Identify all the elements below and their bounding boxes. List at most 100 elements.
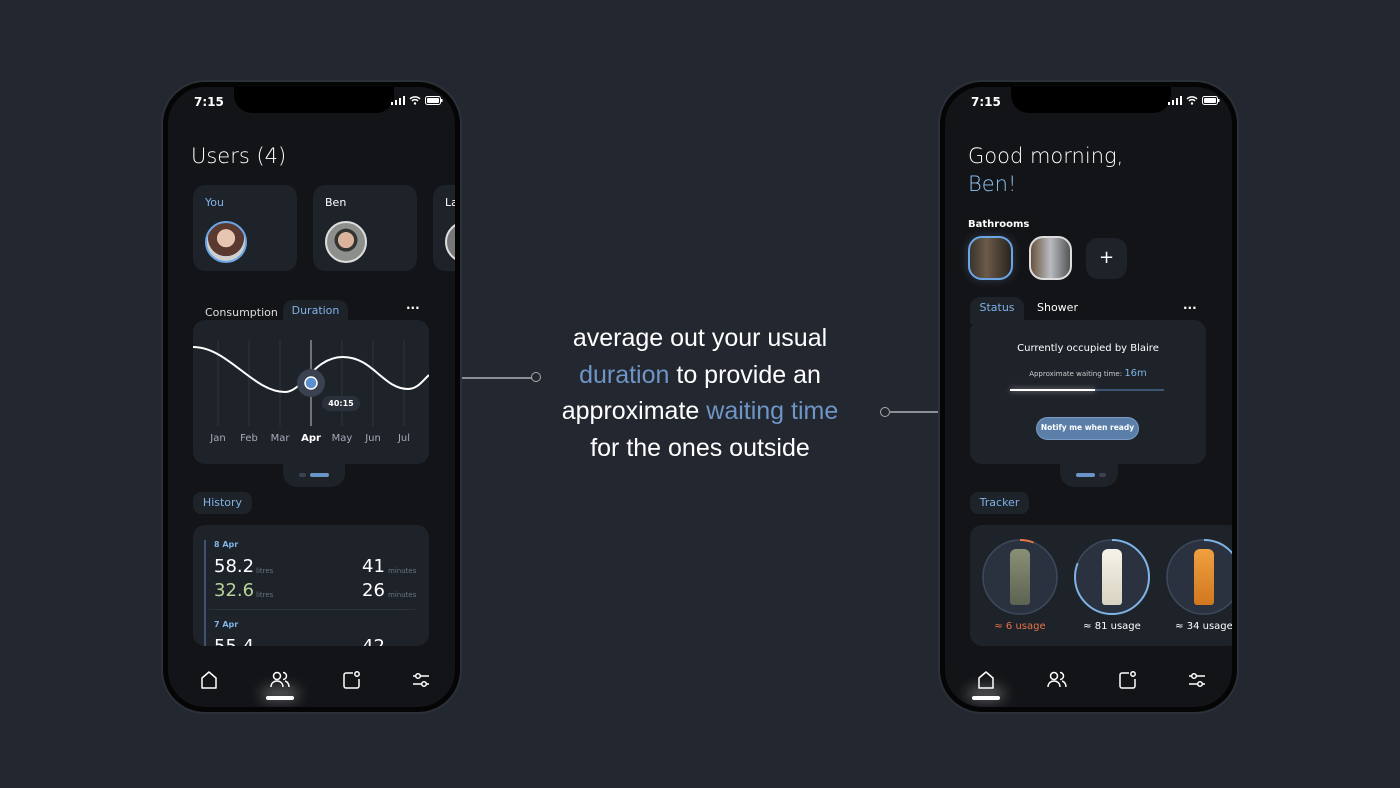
history-label: History xyxy=(193,492,252,514)
status-time: 7:15 xyxy=(971,95,1001,109)
tracker-item[interactable] xyxy=(1164,537,1232,617)
litres-value: 58.2 xyxy=(214,556,255,577)
month-label[interactable]: Apr xyxy=(296,433,326,444)
minutes-value: 41 xyxy=(362,556,385,577)
litres-value: 55.4 xyxy=(214,636,254,646)
active-tab-indicator xyxy=(266,696,294,700)
users-icon[interactable] xyxy=(1046,669,1068,691)
page-dots xyxy=(283,464,345,487)
page-dot-active[interactable] xyxy=(310,473,329,477)
status-card: Currently occupied by Blaire Approximate… xyxy=(970,320,1206,464)
callout-text-part: approximate xyxy=(561,397,707,425)
usage-label: ≈ 6 usage xyxy=(994,621,1046,632)
user-name: La xyxy=(445,196,458,209)
callout-highlight-waiting: waiting time xyxy=(706,397,839,425)
month-label[interactable]: Feb xyxy=(234,433,264,444)
minutes-unit: minutes xyxy=(388,591,417,599)
callout-line-3: approximate waiting time xyxy=(480,393,920,430)
notes-icon[interactable] xyxy=(1116,669,1138,691)
user-name: You xyxy=(205,196,224,209)
bathroom-thumb-2[interactable] xyxy=(1029,236,1072,280)
home-icon[interactable] xyxy=(975,669,997,691)
battery-icon xyxy=(1202,96,1220,105)
page-dot[interactable] xyxy=(1099,473,1106,477)
callout-highlight-duration: duration xyxy=(579,360,670,389)
chart-tooltip: 40:15 xyxy=(322,396,360,411)
users-icon[interactable] xyxy=(269,669,291,691)
bottom-nav xyxy=(168,667,455,707)
timeline-line xyxy=(204,540,206,646)
callout-line-1: average out your usual xyxy=(572,324,828,352)
signal-icon xyxy=(1168,96,1182,105)
usage-label: ≈ 81 usage xyxy=(1083,621,1141,632)
duration-chart: 40:15 Jan Feb Mar Apr May Jun Jul xyxy=(193,320,429,464)
wait-value: 16m xyxy=(1124,368,1147,379)
battery-icon xyxy=(425,96,443,105)
product-bottle-icon xyxy=(1194,549,1214,605)
bottom-nav xyxy=(945,667,1232,707)
status-icons xyxy=(1168,96,1220,105)
month-label[interactable]: Jul xyxy=(389,433,419,444)
page-dot[interactable] xyxy=(299,473,306,477)
wifi-icon xyxy=(409,96,421,105)
connector-dot-left xyxy=(531,372,541,382)
tab-shower[interactable]: Shower xyxy=(1037,301,1078,314)
month-label[interactable]: Jun xyxy=(358,433,388,444)
history-card: 8 Apr 58.2 litres 41 minutes 32.6 litres… xyxy=(193,525,429,646)
product-bottle-icon xyxy=(1102,549,1122,605)
notify-button[interactable]: Notify me when ready xyxy=(1036,417,1139,440)
history-date: 7 Apr xyxy=(214,620,239,629)
bathrooms-label: Bathrooms xyxy=(968,219,1030,230)
callout-line-4: for the ones outside xyxy=(590,433,810,462)
more-icon[interactable]: ··· xyxy=(1183,301,1197,315)
notch xyxy=(1011,87,1171,113)
tracker-label: Tracker xyxy=(970,492,1029,514)
active-tab-indicator xyxy=(972,696,1000,700)
user-card-you[interactable]: You xyxy=(193,185,297,271)
month-label[interactable]: May xyxy=(327,433,357,444)
page-dot-active[interactable] xyxy=(1076,473,1095,477)
callout-text: average out your usual duration to provi… xyxy=(480,320,920,466)
bathroom-thumb-1[interactable] xyxy=(968,236,1013,280)
user-name: Ben xyxy=(325,196,347,209)
user-card-third[interactable]: La xyxy=(433,185,458,271)
more-icon[interactable]: ··· xyxy=(406,301,420,315)
home-icon[interactable] xyxy=(198,669,220,691)
usage-label: ≈ 34 usage xyxy=(1175,621,1233,632)
waiting-time: Approximate waiting time: 16m xyxy=(970,368,1206,379)
notch xyxy=(234,87,394,113)
sliders-icon[interactable] xyxy=(410,669,432,691)
user-card-ben[interactable]: Ben xyxy=(313,185,417,271)
status-time: 7:15 xyxy=(194,95,224,109)
signal-icon xyxy=(391,96,405,105)
avatar xyxy=(325,221,367,263)
divider xyxy=(209,609,415,610)
occupancy-text: Currently occupied by Blaire xyxy=(1017,343,1159,354)
history-date: 8 Apr xyxy=(214,540,239,549)
status-icons xyxy=(391,96,443,105)
wait-progress-fill xyxy=(1010,389,1095,391)
litres-value: 32.6 xyxy=(214,580,255,601)
minutes-value: 26 xyxy=(362,580,385,601)
sliders-icon[interactable] xyxy=(1186,669,1208,691)
month-label[interactable]: Mar xyxy=(265,433,295,444)
wifi-icon xyxy=(1186,96,1198,105)
month-label[interactable]: Jan xyxy=(203,433,233,444)
tracker-item[interactable] xyxy=(980,537,1060,617)
avatar xyxy=(445,221,455,263)
notes-icon[interactable] xyxy=(340,669,362,691)
minutes-unit: minutes xyxy=(388,567,417,575)
user-name: Ben! xyxy=(968,172,1017,196)
tracker-card: ≈ 6 usage ≈ 81 usage ≈ 34 usage xyxy=(970,525,1233,646)
avatar xyxy=(205,221,247,263)
litres-unit: litres xyxy=(256,591,274,599)
selected-point xyxy=(304,376,318,390)
litres-unit: litres xyxy=(256,567,274,575)
phone-users-screen: 7:15 Users (4) You Ben La Consumption Du… xyxy=(163,82,460,712)
tab-consumption[interactable]: Consumption xyxy=(205,306,278,319)
tracker-item[interactable] xyxy=(1072,537,1152,617)
page-dots xyxy=(1060,464,1118,487)
add-bathroom-button[interactable]: + xyxy=(1086,238,1127,279)
minutes-value: 42 xyxy=(362,636,385,646)
greeting: Good morning, xyxy=(968,144,1124,168)
